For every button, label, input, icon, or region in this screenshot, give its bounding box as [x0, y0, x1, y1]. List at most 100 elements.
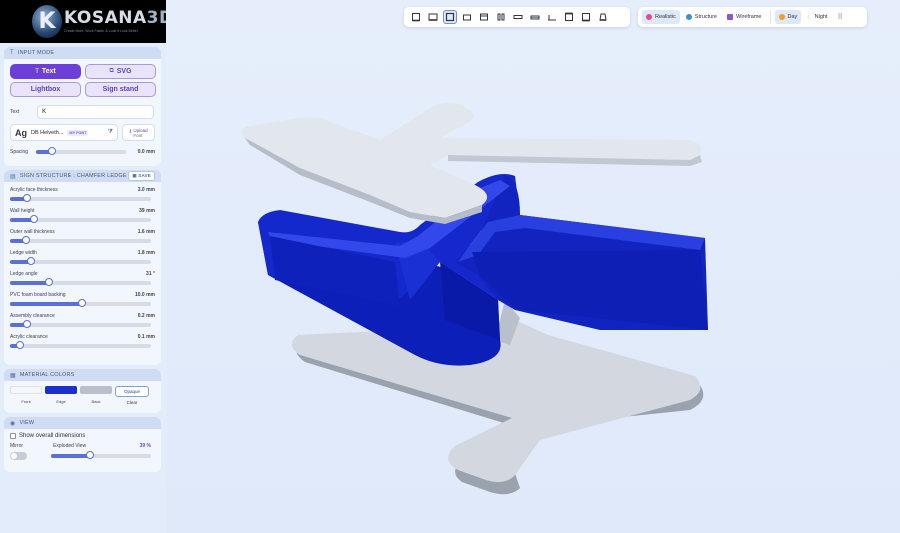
view-iso-5-icon[interactable]: [579, 10, 593, 24]
swatch-edge[interactable]: Edge: [45, 386, 77, 405]
sign-3d-render[interactable]: [166, 0, 900, 533]
svg-mode-icon: ⧉: [109, 68, 114, 74]
back-color-swatch[interactable]: [80, 386, 112, 394]
save-button[interactable]: ▣ SAVE: [128, 171, 155, 181]
view-iso-2-icon[interactable]: [528, 10, 542, 24]
field-value: 3.0 mm: [137, 186, 155, 193]
spacing-slider[interactable]: [36, 147, 127, 155]
filter-icon[interactable]: ⧩: [108, 129, 113, 136]
font-preview: Ag: [15, 127, 27, 138]
field-slider[interactable]: [10, 320, 151, 328]
sign-structure-section: ▤ SIGN STRUCTURE : CHAMFER LEDGE ▣ SAVE Ac…: [4, 170, 161, 365]
mirror-toggle[interactable]: [10, 452, 27, 460]
swatch-row: Front Edge Back Opaque Clear: [4, 381, 161, 405]
upload-font-button[interactable]: ⭳ Upload Font: [122, 124, 155, 141]
view-toolbar: [404, 7, 630, 27]
field-label: Wall height: [10, 207, 35, 214]
field-slider-handle[interactable]: [27, 257, 36, 265]
show-dimensions-checkbox[interactable]: [10, 433, 16, 439]
mode-lightbox-button[interactable]: Lightbox: [10, 82, 81, 97]
field-slider-handle[interactable]: [22, 320, 31, 328]
input-mode-buttons: T Text ⧉ SVG Lightbox Sign stand: [4, 59, 161, 101]
view-iso-3-icon[interactable]: [545, 10, 559, 24]
opaque-button[interactable]: Opaque: [115, 386, 149, 397]
view-header: ◉ VIEW: [4, 417, 161, 429]
view-back-icon[interactable]: [426, 10, 440, 24]
exploded-view-slider-handle[interactable]: [86, 451, 94, 459]
field-slider-handle[interactable]: [15, 341, 24, 349]
swatch-back[interactable]: Back: [80, 386, 112, 405]
field-value: 1.6 mm: [137, 228, 155, 235]
view-right-icon[interactable]: [494, 10, 508, 24]
brand-wordmark: KOSANA3D: [64, 8, 174, 28]
front-color-swatch[interactable]: [10, 386, 42, 394]
field-label: PVC foam board backing: [10, 291, 66, 298]
mirror-exploded-controls: [4, 451, 161, 460]
brand-header: K KOSANA3D Create More. Work Faster & Lo…: [0, 0, 173, 43]
edge-color-swatch[interactable]: [45, 386, 77, 394]
lighting-day-button[interactable]: Day: [774, 10, 802, 24]
show-dimensions-row[interactable]: Show overall dimensions: [4, 429, 161, 439]
field-slider[interactable]: [10, 341, 151, 349]
field-value: 31 °: [146, 270, 155, 277]
grid-toggle-button[interactable]: ⠿: [834, 10, 847, 24]
3d-viewport[interactable]: [166, 0, 900, 533]
field-slider[interactable]: [10, 299, 151, 307]
mode-text-button[interactable]: T Text: [10, 64, 81, 79]
render-structure-button[interactable]: Structure: [682, 10, 721, 24]
structure-field: Wall height 39 mm: [4, 206, 161, 223]
structure-field: PVC foam board backing 10.0 mm: [4, 290, 161, 307]
field-slider-handle[interactable]: [45, 278, 54, 286]
mirror-label: Mirror: [10, 443, 24, 449]
view-iso-6-icon[interactable]: [596, 10, 610, 24]
view-bottom-icon[interactable]: [460, 10, 474, 24]
lighting-night-button[interactable]: ☾ Night: [803, 10, 831, 24]
layers-icon: ▤: [10, 173, 16, 180]
mirror-exploded-labels: Mirror Exploded View 39 %: [4, 443, 161, 449]
field-label: Acrylic clearance: [10, 333, 48, 340]
view-left-icon[interactable]: [477, 10, 491, 24]
material-colors-header: ▦ MATERIAL COLORS: [4, 369, 161, 381]
structure-field: Ledge width 1.8 mm: [4, 248, 161, 265]
field-slider[interactable]: [10, 215, 151, 223]
field-slider-handle[interactable]: [22, 194, 31, 202]
field-slider[interactable]: [10, 194, 151, 202]
field-label: Assembly clearance: [10, 312, 55, 319]
input-mode-section: T INPUT MODE T Text ⧉ SVG Lightbox Sign sta…: [4, 47, 161, 166]
view-iso-4-icon[interactable]: [562, 10, 576, 24]
spacing-value: 0.0 mm: [137, 149, 155, 155]
field-slider-handle[interactable]: [77, 299, 86, 307]
field-slider-handle[interactable]: [29, 215, 38, 223]
field-value: 0.1 mm: [137, 333, 155, 340]
sign-structure-header: ▤ SIGN STRUCTURE : CHAMFER LEDGE ▣ SAVE: [4, 170, 161, 182]
field-slider[interactable]: [10, 236, 151, 244]
swatch-front[interactable]: Front: [10, 386, 42, 405]
view-front-icon[interactable]: [409, 10, 423, 24]
moon-icon: ☾: [807, 14, 813, 21]
text-input[interactable]: K: [37, 105, 155, 119]
view-iso-1-icon[interactable]: [511, 10, 525, 24]
input-mode-header: T INPUT MODE: [4, 47, 161, 59]
render-wireframe-button[interactable]: Wireframe: [723, 10, 765, 24]
mode-svg-button[interactable]: ⧉ SVG: [85, 64, 156, 79]
field-value: 1.8 mm: [137, 249, 155, 256]
structure-field: Outer wall thickness 1.6 mm: [4, 227, 161, 244]
structure-field: Acrylic clearance 0.1 mm: [4, 332, 161, 349]
front-face: [242, 102, 702, 224]
field-value: 10.0 mm: [134, 291, 155, 298]
field-slider[interactable]: [10, 278, 151, 286]
font-selector[interactable]: Ag DB Helveth... MY FONT ⧩: [10, 124, 118, 141]
structure-icon: [685, 14, 692, 20]
spacing-slider-handle[interactable]: [48, 147, 57, 155]
exploded-view-value: 39 %: [139, 443, 151, 449]
view-top-icon[interactable]: [442, 10, 457, 24]
clear-button[interactable]: Clear: [127, 400, 138, 405]
exploded-view-slider[interactable]: [51, 451, 151, 459]
field-slider[interactable]: [10, 257, 151, 265]
field-value: 0.2 mm: [137, 312, 155, 319]
exploded-view-label: Exploded View: [53, 443, 87, 449]
render-realistic-button[interactable]: Realistic: [642, 10, 680, 24]
field-slider-handle[interactable]: [21, 236, 30, 244]
mode-sign-stand-button[interactable]: Sign stand: [85, 82, 156, 97]
realistic-icon: [646, 14, 652, 20]
